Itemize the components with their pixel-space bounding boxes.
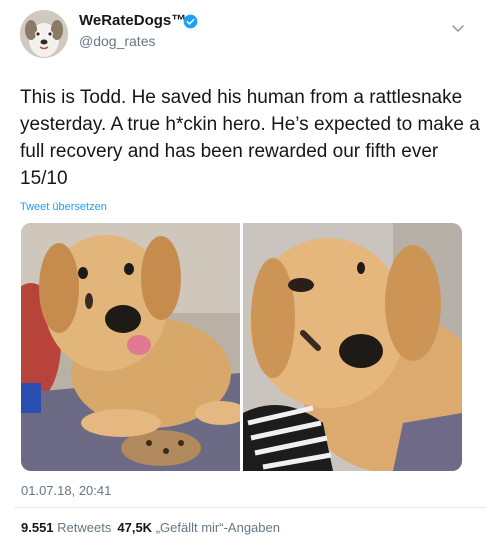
avatar[interactable] xyxy=(20,10,68,58)
avatar-dog-image xyxy=(20,10,68,58)
chevron-down-icon[interactable] xyxy=(450,20,466,36)
divider xyxy=(14,507,486,508)
likes-count: 47,5K xyxy=(117,520,153,535)
tweet-timestamp[interactable]: 01.07.18, 20:41 xyxy=(21,483,111,498)
retweets-count: 9.551 xyxy=(21,520,54,535)
display-name[interactable]: WeRateDogs™ xyxy=(79,12,186,29)
retweets-stat[interactable]: 9.551 Retweets xyxy=(21,520,111,535)
tweet-card: WeRateDogs™ @dog_rates This is Todd. He … xyxy=(0,0,500,545)
tweet-text: This is Todd. He saved his human from a … xyxy=(20,87,480,189)
tweet-stats: 9.551 Retweets 47,5K „Gefällt mir“-Angabe… xyxy=(21,520,280,535)
translate-tweet-link[interactable]: Tweet übersetzen xyxy=(20,201,107,213)
likes-label: „Gefällt mir“-Angaben xyxy=(155,520,280,535)
tweet-photo-left[interactable] xyxy=(21,223,240,471)
dog-photo-left-image xyxy=(21,223,240,471)
retweets-label: Retweets xyxy=(57,520,112,535)
likes-stat[interactable]: 47,5K „Gefällt mir“-Angaben xyxy=(117,520,280,535)
tweet-photo-right[interactable] xyxy=(243,223,462,471)
account-handle[interactable]: @dog_rates xyxy=(79,33,155,49)
verified-badge-icon xyxy=(183,14,198,29)
dog-photo-right-image xyxy=(243,223,462,471)
